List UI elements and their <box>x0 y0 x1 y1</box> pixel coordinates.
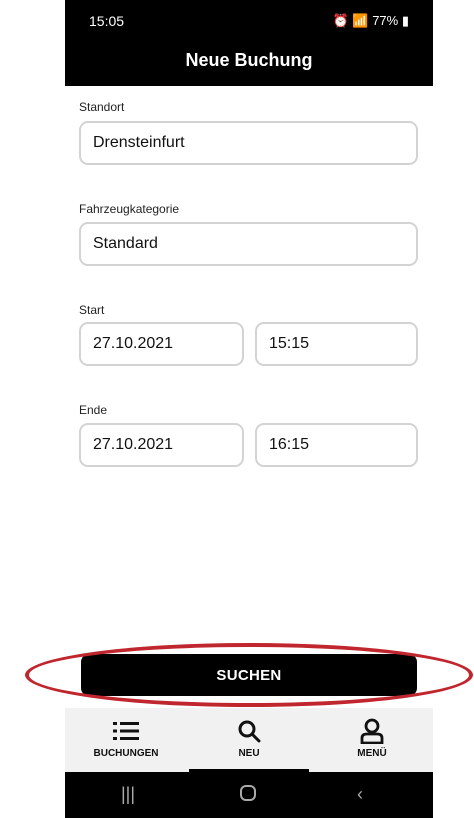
highlight-ellipse <box>25 643 473 707</box>
system-navigation-bar: ||| ‹ <box>65 772 433 818</box>
location-field[interactable]: Drensteinfurt <box>79 121 418 165</box>
status-icons: ⏰ 📶 77% ▮ <box>333 13 409 29</box>
page-title: Neue Buchung <box>185 50 313 70</box>
app-header: 15:05 ⏰ 📶 77% ▮ Neue Buchung <box>65 0 433 86</box>
battery-icon: ▮ <box>401 13 409 28</box>
search-icon <box>237 718 261 744</box>
category-field[interactable]: Standard <box>79 222 418 266</box>
bottom-navigation: BUCHUNGEN NEU MENÜ <box>65 708 433 772</box>
user-icon <box>360 718 384 744</box>
start-label: Start <box>79 303 105 317</box>
nav-label-bookings: BUCHUNGEN <box>93 748 159 759</box>
recents-icon[interactable]: ||| <box>121 784 135 805</box>
wifi-icon: 📶 <box>352 13 369 28</box>
back-icon[interactable]: ‹ <box>357 784 363 805</box>
end-date-field[interactable]: 27.10.2021 <box>79 423 244 467</box>
status-time: 15:05 <box>89 13 125 29</box>
list-icon <box>113 718 139 744</box>
end-time-field[interactable]: 16:15 <box>255 423 418 467</box>
nav-item-bookings[interactable]: BUCHUNGEN <box>65 708 187 772</box>
end-label: Ende <box>79 403 108 417</box>
battery-percentage: 77% <box>372 13 399 28</box>
nav-label-menu: MENÜ <box>357 748 387 759</box>
category-label: Fahrzeugkategorie <box>79 202 180 216</box>
start-time-field[interactable]: 15:15 <box>255 322 418 366</box>
nav-item-new[interactable]: NEU <box>188 708 310 772</box>
home-icon[interactable] <box>239 784 257 807</box>
nav-label-new: NEU <box>238 748 260 759</box>
alarm-icon: ⏰ <box>332 13 349 28</box>
location-label: Standort <box>79 100 125 114</box>
start-date-field[interactable]: 27.10.2021 <box>79 322 244 366</box>
nav-item-menu[interactable]: MENÜ <box>311 708 433 772</box>
app-screen: 15:05 ⏰ 📶 77% ▮ Neue Buchung Standort Dr… <box>25 0 473 818</box>
